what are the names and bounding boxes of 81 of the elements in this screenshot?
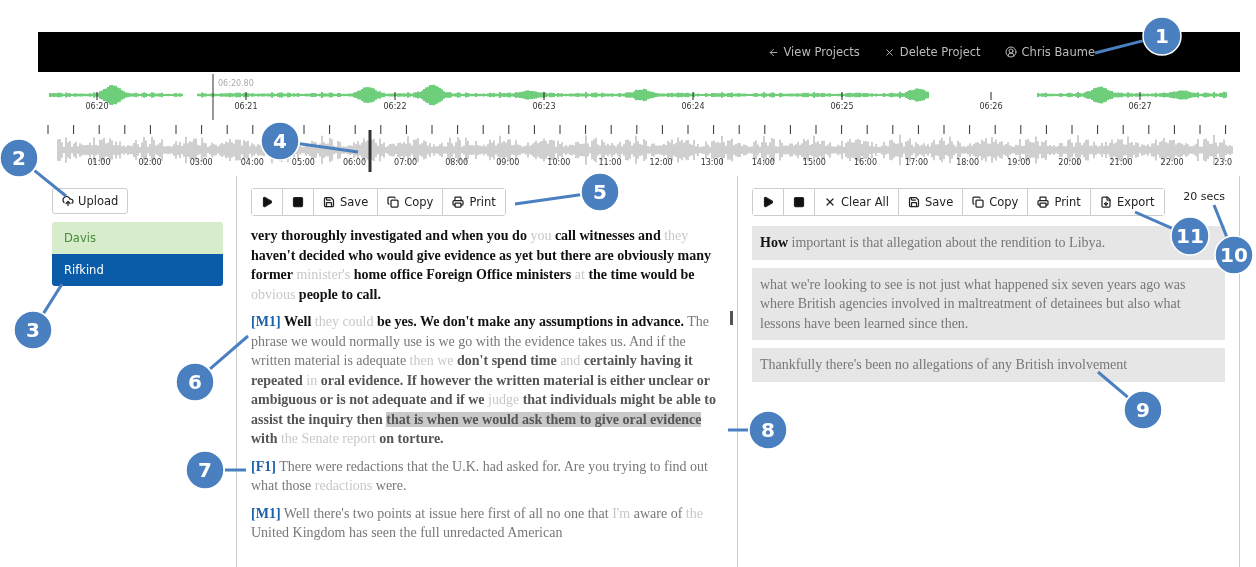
time-label: 06:26	[979, 102, 1003, 111]
upload-icon	[62, 195, 74, 207]
stop-icon	[793, 196, 805, 208]
time-label: 13:00	[700, 158, 724, 167]
copy-icon	[387, 196, 400, 208]
leader-line	[1094, 39, 1143, 55]
playhead-time: 06:20.80	[218, 79, 254, 88]
time-label: 05:00	[291, 158, 315, 167]
callout-badge: 10	[1214, 235, 1254, 275]
time-label: 06:00	[342, 158, 367, 167]
time-label: 14:00	[751, 158, 775, 167]
leader-line	[299, 142, 359, 154]
time-label: 06:27	[1128, 102, 1152, 111]
time-label: 07:00	[394, 158, 418, 167]
time-label: 06:21	[234, 102, 258, 111]
leader-line	[209, 334, 249, 371]
time-label: 01:00	[87, 158, 111, 167]
time-label: 22:00	[1160, 158, 1184, 167]
leader-line	[1212, 204, 1228, 237]
leader-line	[1097, 370, 1129, 399]
printer-icon	[452, 196, 465, 208]
save-icon	[323, 196, 335, 208]
time-label: 08:00	[445, 158, 469, 167]
callout-badge: 9	[1123, 390, 1163, 430]
time-label: 17:00	[905, 158, 929, 167]
time-label: 06:24	[681, 102, 705, 111]
user-icon	[1004, 46, 1017, 58]
speaker-item[interactable]: Davis	[52, 222, 223, 254]
callout-badge: 1	[1142, 16, 1182, 56]
callout-badge: 5	[580, 172, 620, 212]
time-label: 11:00	[598, 158, 622, 167]
clip-duration: 20 secs	[1183, 190, 1225, 203]
file-download-icon	[1099, 196, 1112, 208]
time-label: 16:00	[853, 158, 878, 167]
play-icon	[762, 196, 774, 208]
stop-icon	[292, 196, 304, 208]
time-label: 23:0	[1214, 158, 1233, 167]
time-label: 15:00	[802, 158, 826, 167]
time-label: 18:00	[956, 158, 980, 167]
time-label: 02:00	[138, 158, 162, 167]
time-label: 06:20	[85, 102, 109, 111]
view-projects-link[interactable]: View Projects	[767, 45, 860, 59]
callout-badge: 6	[175, 362, 215, 402]
print-button[interactable]: Print	[442, 189, 505, 215]
scrollbar-thumb[interactable]	[730, 311, 733, 325]
leader-line	[514, 193, 581, 206]
callout-badge: 8	[748, 410, 788, 450]
user-link[interactable]: Chris Baume	[1004, 45, 1095, 59]
delete-project-link[interactable]: Delete Project	[883, 45, 981, 59]
speaker-item[interactable]: Rifkind	[52, 254, 223, 286]
export-button[interactable]: Export	[1089, 189, 1164, 215]
leader-line	[1134, 210, 1173, 230]
leader-line	[42, 283, 64, 314]
close-icon	[824, 196, 836, 208]
leader-line	[225, 468, 246, 472]
time-label: 06:25	[830, 102, 854, 111]
clip-item[interactable]: what we're looking to see is not just what happened six seven years ago was where British agencies involved in maltreatment of detainees but also what lessons have been learned since then.	[752, 267, 1225, 340]
time-label: 20:00	[1058, 158, 1082, 167]
callout-badge: 2	[0, 138, 39, 178]
callout-badge: 11	[1170, 216, 1210, 256]
time-label: 21:00	[1109, 158, 1133, 167]
time-label: 09:00	[496, 158, 520, 167]
leader-line	[33, 169, 67, 198]
time-label: 06:23	[532, 102, 556, 111]
time-label: 03:00	[189, 158, 213, 167]
play-icon	[261, 196, 273, 208]
save-icon	[908, 196, 920, 208]
leader-line	[728, 428, 748, 432]
copy-icon	[972, 196, 985, 208]
time-label: 12:00	[649, 158, 673, 167]
time-label: 10:00	[547, 158, 571, 167]
time-label: 19:00	[1007, 158, 1031, 167]
arrow-left-icon	[767, 46, 779, 58]
clip-item[interactable]: Thankfully there's been no allegations of any British involvement	[752, 348, 1225, 382]
callout-badge: 7	[185, 450, 225, 490]
time-label: 06:22	[383, 102, 407, 111]
upload-button[interactable]: Upload	[52, 188, 129, 214]
printer-icon	[1037, 196, 1050, 208]
time-label: 04:00	[240, 158, 264, 167]
callout-badge: 3	[13, 310, 53, 350]
close-icon	[883, 46, 895, 58]
